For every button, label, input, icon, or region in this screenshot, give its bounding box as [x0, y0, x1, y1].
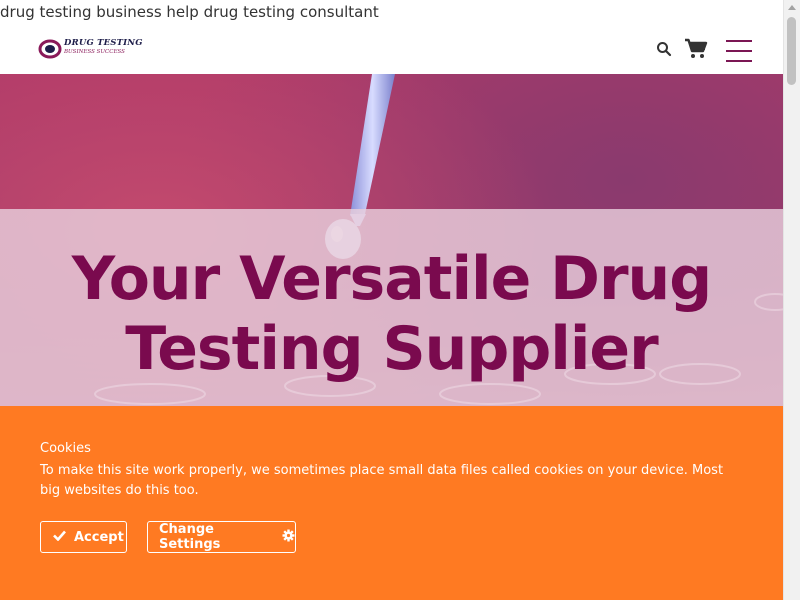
- cookie-message: To make this site work properly, we some…: [40, 463, 724, 498]
- cookie-banner: Cookies To make this site work properly,…: [0, 406, 783, 600]
- vertical-scrollbar[interactable]: [783, 0, 800, 600]
- accept-cookies-button[interactable]: Accept: [40, 521, 127, 553]
- site-header: DRUG TESTING BUSINESS SUCCESS: [0, 22, 783, 74]
- check-icon: [53, 530, 66, 545]
- page-top-text: drug testing business help drug testing …: [0, 3, 379, 21]
- hamburger-menu-icon[interactable]: [726, 40, 754, 62]
- search-icon[interactable]: [656, 41, 672, 57]
- change-settings-button[interactable]: Change Settings: [147, 521, 296, 553]
- cookie-title: Cookies: [40, 441, 91, 456]
- scrollbar-thumb[interactable]: [787, 17, 796, 85]
- site-logo[interactable]: DRUG TESTING BUSINESS SUCCESS: [38, 36, 143, 62]
- change-settings-label: Change Settings: [159, 522, 221, 552]
- logo-title: DRUG TESTING: [64, 38, 143, 48]
- gear-icon: [282, 529, 295, 546]
- scroll-up-arrow-icon[interactable]: [788, 5, 796, 10]
- hero-title: Your Versatile Drug Testing Supplier: [0, 244, 783, 384]
- hero-title-line-1: Your Versatile Drug: [71, 244, 712, 314]
- logo-emblem-icon: [38, 39, 62, 59]
- hero-title-line-2: Testing Supplier: [125, 314, 658, 384]
- accept-label: Accept: [74, 529, 124, 545]
- logo-subtitle: BUSINESS SUCCESS: [64, 49, 125, 55]
- shopping-cart-icon[interactable]: [684, 38, 708, 60]
